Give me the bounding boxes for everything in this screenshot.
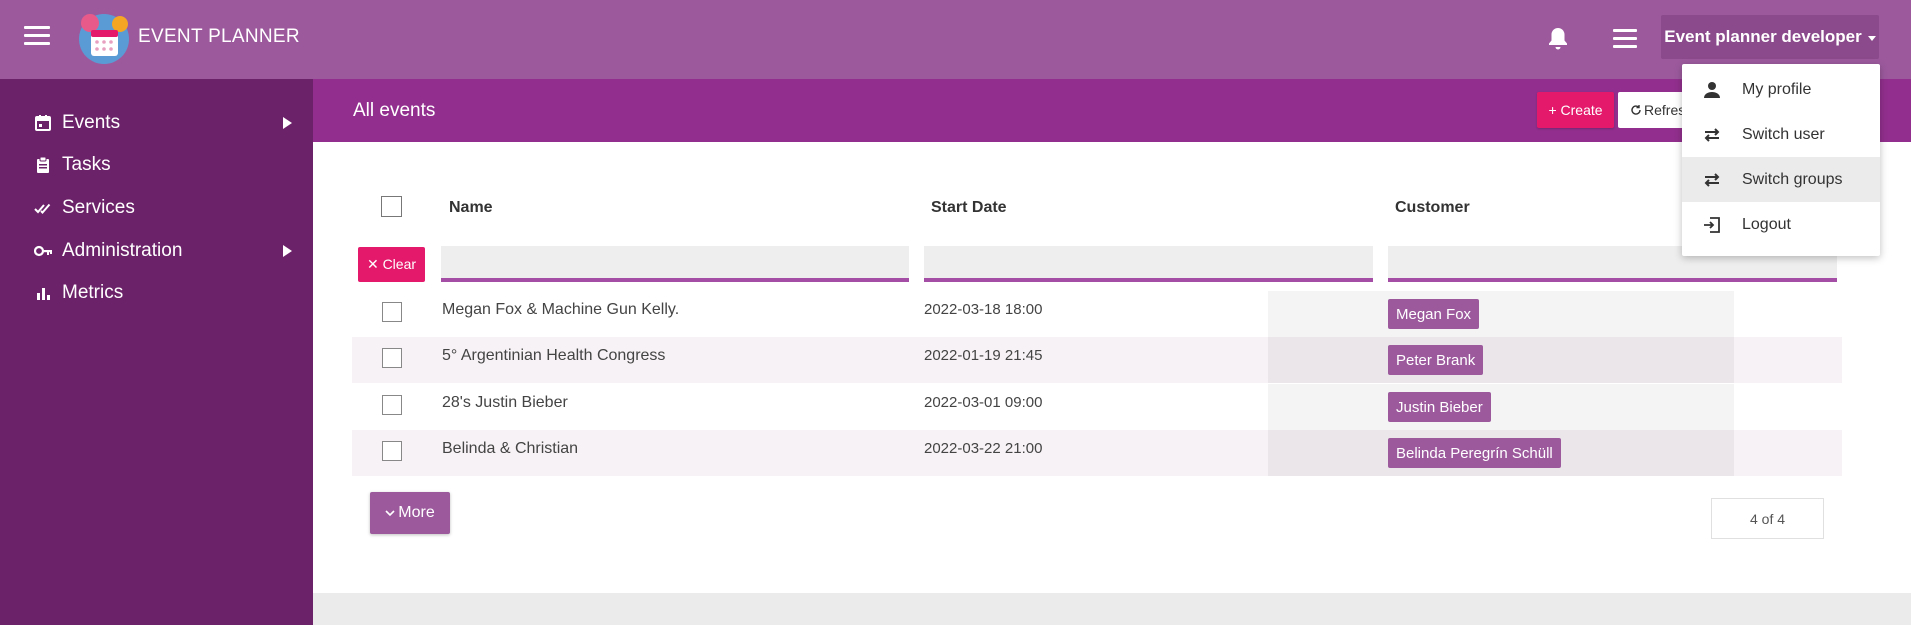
top-bar: EVENT PLANNER Event planner developer bbox=[0, 0, 1911, 79]
menu-item-logout[interactable]: Logout bbox=[1682, 202, 1880, 247]
bar-chart-icon bbox=[37, 288, 50, 300]
key-icon bbox=[34, 245, 52, 257]
event-name[interactable]: Belinda & Christian bbox=[442, 440, 578, 458]
event-start-date: 2022-03-18 18:00 bbox=[924, 301, 1043, 318]
sidebar-item-services[interactable]: Services bbox=[0, 188, 313, 228]
clipboard-icon bbox=[37, 156, 49, 173]
customer-tag[interactable]: Megan Fox bbox=[1388, 299, 1480, 329]
sidebar-item-label: Services bbox=[62, 197, 135, 218]
create-button[interactable]: + Create bbox=[1537, 92, 1614, 128]
menu-item-switch-groups[interactable]: Switch groups bbox=[1682, 157, 1880, 202]
event-start-date: 2022-01-19 21:45 bbox=[924, 347, 1043, 364]
swap-icon bbox=[1704, 128, 1720, 142]
refresh-icon bbox=[1631, 105, 1641, 115]
row-checkbox[interactable] bbox=[382, 348, 402, 368]
logout-icon bbox=[1704, 217, 1720, 233]
row-checkbox[interactable] bbox=[382, 395, 402, 415]
sidebar-item-label: Metrics bbox=[62, 282, 124, 303]
menu-icon[interactable] bbox=[1613, 29, 1637, 49]
sidebar: Events Tasks Services Administration Met… bbox=[0, 79, 313, 625]
table-row[interactable]: Megan Fox & Machine Gun Kelly. 2022-03-1… bbox=[352, 291, 1842, 337]
menu-item-label: Switch user bbox=[1742, 125, 1825, 143]
menu-item-switch-user[interactable]: Switch user bbox=[1682, 112, 1880, 157]
event-name[interactable]: Megan Fox & Machine Gun Kelly. bbox=[442, 301, 679, 319]
column-header-start-date[interactable]: Start Date bbox=[931, 199, 1007, 217]
table-row[interactable]: 5° Argentinian Health Congress 2022-01-1… bbox=[352, 337, 1842, 383]
select-all-checkbox[interactable] bbox=[381, 196, 402, 217]
menu-item-label: Logout bbox=[1742, 215, 1791, 233]
user-menu-label: Event planner developer bbox=[1664, 27, 1862, 46]
table-row[interactable]: Belinda & Christian 2022-03-22 21:00 Bel… bbox=[352, 430, 1842, 476]
sidebar-item-label: Administration bbox=[62, 240, 183, 261]
menu-item-my-profile[interactable]: My profile bbox=[1682, 67, 1880, 112]
menu-item-label: Switch groups bbox=[1742, 170, 1843, 188]
column-header-customer[interactable]: Customer bbox=[1395, 199, 1470, 217]
row-checkbox[interactable] bbox=[382, 302, 402, 322]
double-check-icon bbox=[34, 203, 51, 214]
sidebar-item-tasks[interactable]: Tasks bbox=[0, 145, 313, 185]
pagination-status: 4 of 4 bbox=[1711, 498, 1824, 539]
sidebar-item-label: Tasks bbox=[62, 154, 111, 175]
app-logo bbox=[79, 14, 129, 64]
row-checkbox[interactable] bbox=[382, 441, 402, 461]
customer-tag[interactable]: Peter Brank bbox=[1388, 345, 1484, 375]
user-dropdown-menu: My profile Switch user Switch groups Log… bbox=[1682, 64, 1880, 256]
sidebar-item-events[interactable]: Events bbox=[0, 103, 313, 143]
chevron-right-icon bbox=[283, 117, 292, 129]
event-start-date: 2022-03-01 09:00 bbox=[924, 394, 1043, 411]
column-header-name[interactable]: Name bbox=[449, 199, 493, 217]
chevron-down-icon bbox=[385, 510, 395, 517]
calendar-icon bbox=[35, 115, 51, 131]
event-start-date: 2022-03-22 21:00 bbox=[924, 440, 1043, 457]
caret-down-icon bbox=[1867, 35, 1876, 41]
name-filter-input[interactable] bbox=[441, 246, 909, 282]
person-icon bbox=[1704, 82, 1720, 98]
app-brand: EVENT PLANNER bbox=[138, 26, 300, 47]
more-button[interactable]: More bbox=[370, 492, 450, 534]
sidebar-toggle-icon[interactable] bbox=[24, 26, 50, 50]
chevron-right-icon bbox=[283, 245, 292, 257]
menu-item-label: My profile bbox=[1742, 80, 1812, 98]
start-date-filter-input[interactable] bbox=[924, 246, 1373, 282]
clear-filters-button[interactable]: ✕ Clear bbox=[358, 247, 425, 282]
swap-icon bbox=[1704, 173, 1720, 187]
sidebar-item-label: Events bbox=[62, 112, 121, 133]
customer-tag[interactable]: Belinda Peregrín Schüll bbox=[1388, 438, 1561, 468]
customer-tag[interactable]: Justin Bieber bbox=[1388, 392, 1491, 422]
more-label: More bbox=[398, 504, 435, 521]
event-name[interactable]: 28's Justin Bieber bbox=[442, 394, 568, 412]
event-name[interactable]: 5° Argentinian Health Congress bbox=[442, 347, 665, 365]
notifications-bell-icon[interactable] bbox=[1546, 26, 1570, 52]
sidebar-item-metrics[interactable]: Metrics bbox=[0, 273, 313, 313]
table-row[interactable]: 28's Justin Bieber 2022-03-01 09:00 Just… bbox=[352, 384, 1842, 430]
user-menu-button[interactable]: Event planner developer bbox=[1661, 15, 1879, 59]
sidebar-item-administration[interactable]: Administration bbox=[0, 231, 313, 271]
page-title: All events bbox=[353, 100, 436, 121]
